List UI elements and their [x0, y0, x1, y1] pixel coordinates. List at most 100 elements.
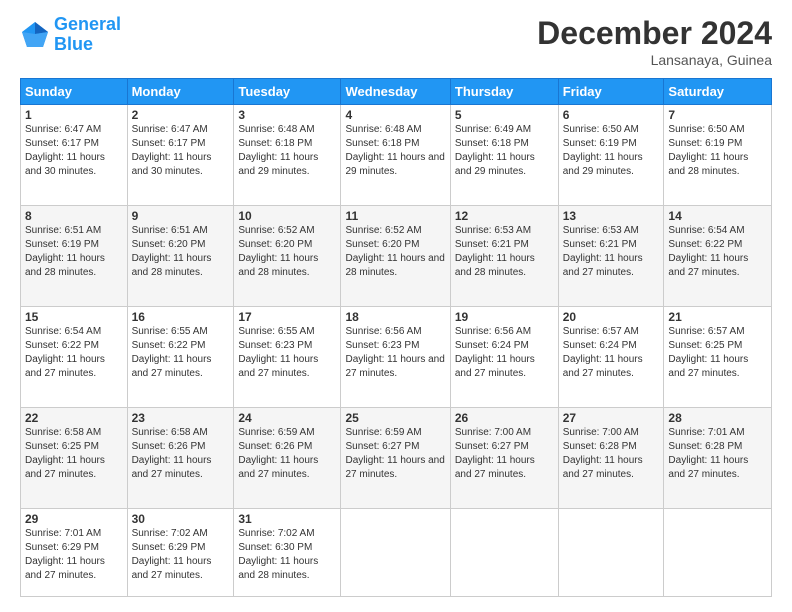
weekday-header: Thursday — [450, 79, 558, 105]
weekday-header: Wednesday — [341, 79, 450, 105]
calendar-cell: 23 Sunrise: 6:58 AM Sunset: 6:26 PM Dayl… — [127, 408, 234, 509]
day-number: 4 — [345, 108, 445, 122]
calendar-cell: 16 Sunrise: 6:55 AM Sunset: 6:22 PM Dayl… — [127, 307, 234, 408]
day-info: Sunrise: 6:48 AM Sunset: 6:18 PM Dayligh… — [238, 123, 336, 179]
weekday-header: Monday — [127, 79, 234, 105]
calendar: SundayMondayTuesdayWednesdayThursdayFrid… — [20, 78, 772, 597]
calendar-cell — [341, 509, 450, 597]
day-info: Sunrise: 6:56 AM Sunset: 6:23 PM Dayligh… — [345, 325, 445, 381]
day-number: 23 — [132, 411, 230, 425]
calendar-cell: 11 Sunrise: 6:52 AM Sunset: 6:20 PM Dayl… — [341, 206, 450, 307]
calendar-cell: 2 Sunrise: 6:47 AM Sunset: 6:17 PM Dayli… — [127, 105, 234, 206]
day-number: 5 — [455, 108, 554, 122]
day-info: Sunrise: 6:56 AM Sunset: 6:24 PM Dayligh… — [455, 325, 554, 381]
calendar-cell: 18 Sunrise: 6:56 AM Sunset: 6:23 PM Dayl… — [341, 307, 450, 408]
calendar-cell: 17 Sunrise: 6:55 AM Sunset: 6:23 PM Dayl… — [234, 307, 341, 408]
calendar-cell: 14 Sunrise: 6:54 AM Sunset: 6:22 PM Dayl… — [664, 206, 772, 307]
calendar-cell — [450, 509, 558, 597]
logo-icon — [20, 20, 50, 50]
calendar-cell: 4 Sunrise: 6:48 AM Sunset: 6:18 PM Dayli… — [341, 105, 450, 206]
day-number: 9 — [132, 209, 230, 223]
calendar-cell: 31 Sunrise: 7:02 AM Sunset: 6:30 PM Dayl… — [234, 509, 341, 597]
day-number: 14 — [668, 209, 767, 223]
day-info: Sunrise: 6:47 AM Sunset: 6:17 PM Dayligh… — [132, 123, 230, 179]
page: General Blue December 2024 Lansanaya, Gu… — [0, 0, 792, 612]
header: General Blue December 2024 Lansanaya, Gu… — [20, 15, 772, 68]
day-number: 20 — [563, 310, 660, 324]
calendar-cell: 12 Sunrise: 6:53 AM Sunset: 6:21 PM Dayl… — [450, 206, 558, 307]
day-number: 19 — [455, 310, 554, 324]
day-info: Sunrise: 6:55 AM Sunset: 6:23 PM Dayligh… — [238, 325, 336, 381]
calendar-cell: 22 Sunrise: 6:58 AM Sunset: 6:25 PM Dayl… — [21, 408, 128, 509]
calendar-cell: 9 Sunrise: 6:51 AM Sunset: 6:20 PM Dayli… — [127, 206, 234, 307]
weekday-header-row: SundayMondayTuesdayWednesdayThursdayFrid… — [21, 79, 772, 105]
day-info: Sunrise: 6:54 AM Sunset: 6:22 PM Dayligh… — [25, 325, 123, 381]
calendar-cell: 28 Sunrise: 7:01 AM Sunset: 6:28 PM Dayl… — [664, 408, 772, 509]
title-section: December 2024 Lansanaya, Guinea — [537, 15, 772, 68]
calendar-body: 1 Sunrise: 6:47 AM Sunset: 6:17 PM Dayli… — [21, 105, 772, 597]
calendar-cell: 15 Sunrise: 6:54 AM Sunset: 6:22 PM Dayl… — [21, 307, 128, 408]
calendar-week-row: 15 Sunrise: 6:54 AM Sunset: 6:22 PM Dayl… — [21, 307, 772, 408]
day-info: Sunrise: 6:51 AM Sunset: 6:20 PM Dayligh… — [132, 224, 230, 280]
day-number: 2 — [132, 108, 230, 122]
day-number: 12 — [455, 209, 554, 223]
day-number: 15 — [25, 310, 123, 324]
calendar-cell: 7 Sunrise: 6:50 AM Sunset: 6:19 PM Dayli… — [664, 105, 772, 206]
calendar-cell: 20 Sunrise: 6:57 AM Sunset: 6:24 PM Dayl… — [558, 307, 664, 408]
day-number: 29 — [25, 512, 123, 526]
calendar-week-row: 1 Sunrise: 6:47 AM Sunset: 6:17 PM Dayli… — [21, 105, 772, 206]
day-number: 27 — [563, 411, 660, 425]
calendar-cell: 10 Sunrise: 6:52 AM Sunset: 6:20 PM Dayl… — [234, 206, 341, 307]
calendar-cell: 30 Sunrise: 7:02 AM Sunset: 6:29 PM Dayl… — [127, 509, 234, 597]
day-info: Sunrise: 6:53 AM Sunset: 6:21 PM Dayligh… — [563, 224, 660, 280]
day-number: 28 — [668, 411, 767, 425]
calendar-cell: 24 Sunrise: 6:59 AM Sunset: 6:26 PM Dayl… — [234, 408, 341, 509]
day-info: Sunrise: 6:57 AM Sunset: 6:24 PM Dayligh… — [563, 325, 660, 381]
day-info: Sunrise: 6:54 AM Sunset: 6:22 PM Dayligh… — [668, 224, 767, 280]
calendar-cell: 29 Sunrise: 7:01 AM Sunset: 6:29 PM Dayl… — [21, 509, 128, 597]
day-info: Sunrise: 7:02 AM Sunset: 6:30 PM Dayligh… — [238, 527, 336, 583]
day-number: 7 — [668, 108, 767, 122]
day-number: 22 — [25, 411, 123, 425]
day-number: 11 — [345, 209, 445, 223]
day-info: Sunrise: 6:52 AM Sunset: 6:20 PM Dayligh… — [238, 224, 336, 280]
day-info: Sunrise: 6:59 AM Sunset: 6:27 PM Dayligh… — [345, 426, 445, 482]
weekday-header: Tuesday — [234, 79, 341, 105]
calendar-cell: 19 Sunrise: 6:56 AM Sunset: 6:24 PM Dayl… — [450, 307, 558, 408]
day-info: Sunrise: 6:57 AM Sunset: 6:25 PM Dayligh… — [668, 325, 767, 381]
location: Lansanaya, Guinea — [537, 52, 772, 68]
calendar-cell — [664, 509, 772, 597]
day-number: 18 — [345, 310, 445, 324]
day-number: 3 — [238, 108, 336, 122]
day-info: Sunrise: 6:58 AM Sunset: 6:26 PM Dayligh… — [132, 426, 230, 482]
day-info: Sunrise: 7:00 AM Sunset: 6:28 PM Dayligh… — [563, 426, 660, 482]
day-info: Sunrise: 6:50 AM Sunset: 6:19 PM Dayligh… — [668, 123, 767, 179]
logo: General Blue — [20, 15, 121, 55]
day-number: 1 — [25, 108, 123, 122]
day-number: 17 — [238, 310, 336, 324]
calendar-cell: 13 Sunrise: 6:53 AM Sunset: 6:21 PM Dayl… — [558, 206, 664, 307]
calendar-week-row: 22 Sunrise: 6:58 AM Sunset: 6:25 PM Dayl… — [21, 408, 772, 509]
day-number: 8 — [25, 209, 123, 223]
calendar-cell: 26 Sunrise: 7:00 AM Sunset: 6:27 PM Dayl… — [450, 408, 558, 509]
calendar-cell: 1 Sunrise: 6:47 AM Sunset: 6:17 PM Dayli… — [21, 105, 128, 206]
calendar-cell: 21 Sunrise: 6:57 AM Sunset: 6:25 PM Dayl… — [664, 307, 772, 408]
day-number: 13 — [563, 209, 660, 223]
day-number: 21 — [668, 310, 767, 324]
day-info: Sunrise: 6:47 AM Sunset: 6:17 PM Dayligh… — [25, 123, 123, 179]
day-number: 31 — [238, 512, 336, 526]
day-info: Sunrise: 7:01 AM Sunset: 6:29 PM Dayligh… — [25, 527, 123, 583]
logo-blue: Blue — [54, 34, 93, 54]
calendar-week-row: 8 Sunrise: 6:51 AM Sunset: 6:19 PM Dayli… — [21, 206, 772, 307]
calendar-cell: 6 Sunrise: 6:50 AM Sunset: 6:19 PM Dayli… — [558, 105, 664, 206]
day-number: 16 — [132, 310, 230, 324]
month-title: December 2024 — [537, 15, 772, 52]
day-number: 30 — [132, 512, 230, 526]
day-info: Sunrise: 7:00 AM Sunset: 6:27 PM Dayligh… — [455, 426, 554, 482]
day-info: Sunrise: 6:52 AM Sunset: 6:20 PM Dayligh… — [345, 224, 445, 280]
calendar-week-row: 29 Sunrise: 7:01 AM Sunset: 6:29 PM Dayl… — [21, 509, 772, 597]
calendar-cell: 3 Sunrise: 6:48 AM Sunset: 6:18 PM Dayli… — [234, 105, 341, 206]
day-info: Sunrise: 7:02 AM Sunset: 6:29 PM Dayligh… — [132, 527, 230, 583]
day-info: Sunrise: 6:59 AM Sunset: 6:26 PM Dayligh… — [238, 426, 336, 482]
day-number: 24 — [238, 411, 336, 425]
